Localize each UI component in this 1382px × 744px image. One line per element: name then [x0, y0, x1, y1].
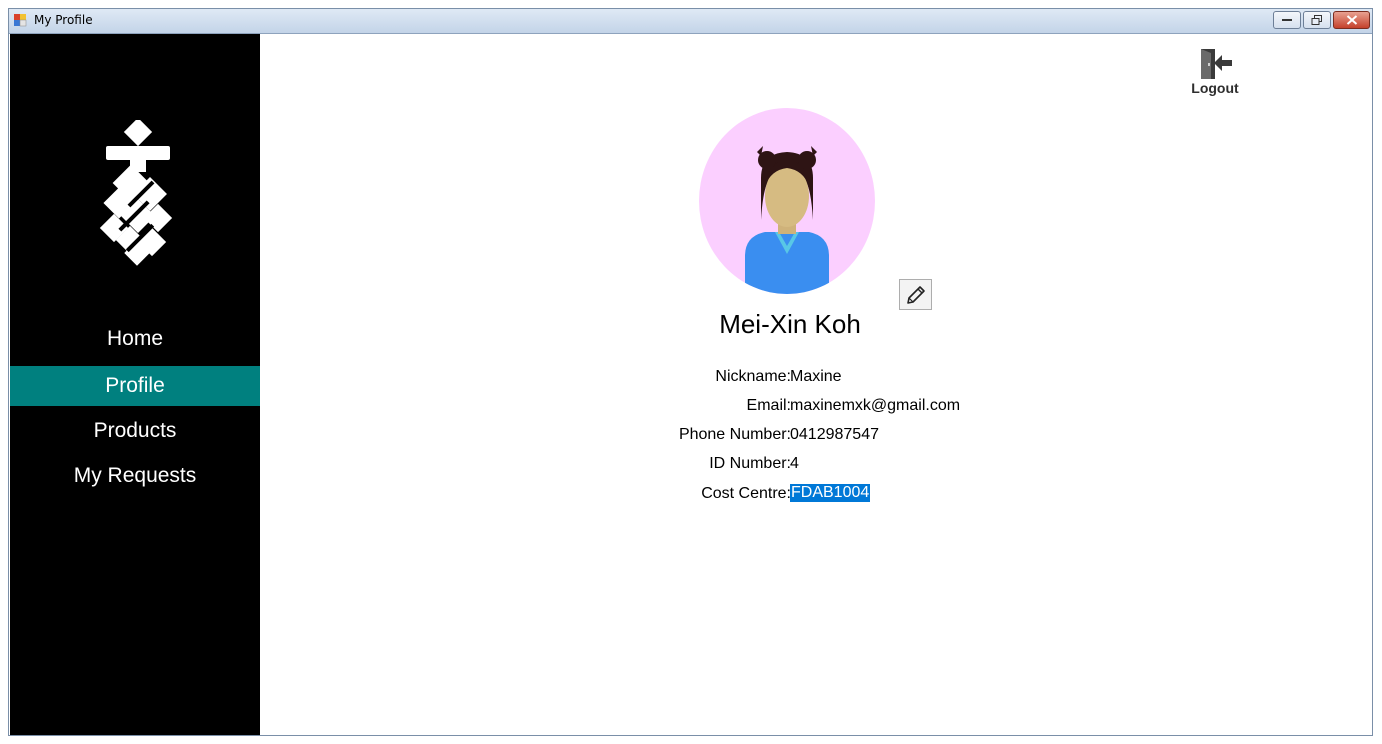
phone-number-label: Phone Number:	[678, 426, 791, 443]
title-bar[interactable]: My Profile	[9, 9, 1372, 34]
nav-my-requests[interactable]: My Requests	[10, 456, 260, 496]
cost-centre-label: Cost Centre:	[701, 485, 791, 502]
user-avatar-illustration	[699, 108, 875, 294]
minimize-icon	[1282, 19, 1292, 21]
logout-door-icon	[1201, 49, 1232, 79]
close-button[interactable]	[1333, 11, 1370, 29]
edit-profile-button[interactable]	[899, 279, 932, 310]
app-window: My Profile Home Profile Products My Requ…	[8, 8, 1373, 736]
nickname-label: Nickname:	[715, 368, 791, 385]
email-value[interactable]: maxinemxk@gmail.com	[790, 397, 960, 415]
nav-products[interactable]: Products	[10, 411, 260, 451]
close-icon	[1346, 15, 1357, 25]
nav-profile[interactable]: Profile	[10, 366, 260, 406]
phone-number-value[interactable]: 0412987547	[790, 426, 879, 444]
window-title: My Profile	[34, 13, 93, 27]
app-icon	[14, 14, 27, 27]
id-number-value[interactable]: 4	[790, 455, 799, 473]
logout-label: Logout	[1191, 80, 1239, 96]
nav-home[interactable]: Home	[10, 319, 260, 359]
company-logo	[99, 120, 173, 266]
sidebar: Home Profile Products My Requests	[10, 34, 260, 735]
restore-button[interactable]	[1303, 11, 1331, 29]
pencil-icon	[907, 286, 925, 304]
restore-icon	[1311, 15, 1322, 25]
nickname-value[interactable]: Maxine	[790, 368, 842, 386]
logout-button[interactable]: Logout	[1188, 48, 1242, 100]
minimize-button[interactable]	[1273, 11, 1301, 29]
profile-full-name: Mei-Xin Koh	[719, 309, 861, 339]
id-number-label: ID Number:	[709, 455, 791, 472]
email-label: Email:	[746, 397, 791, 414]
cost-centre-value[interactable]: FDAB1004	[790, 484, 871, 502]
